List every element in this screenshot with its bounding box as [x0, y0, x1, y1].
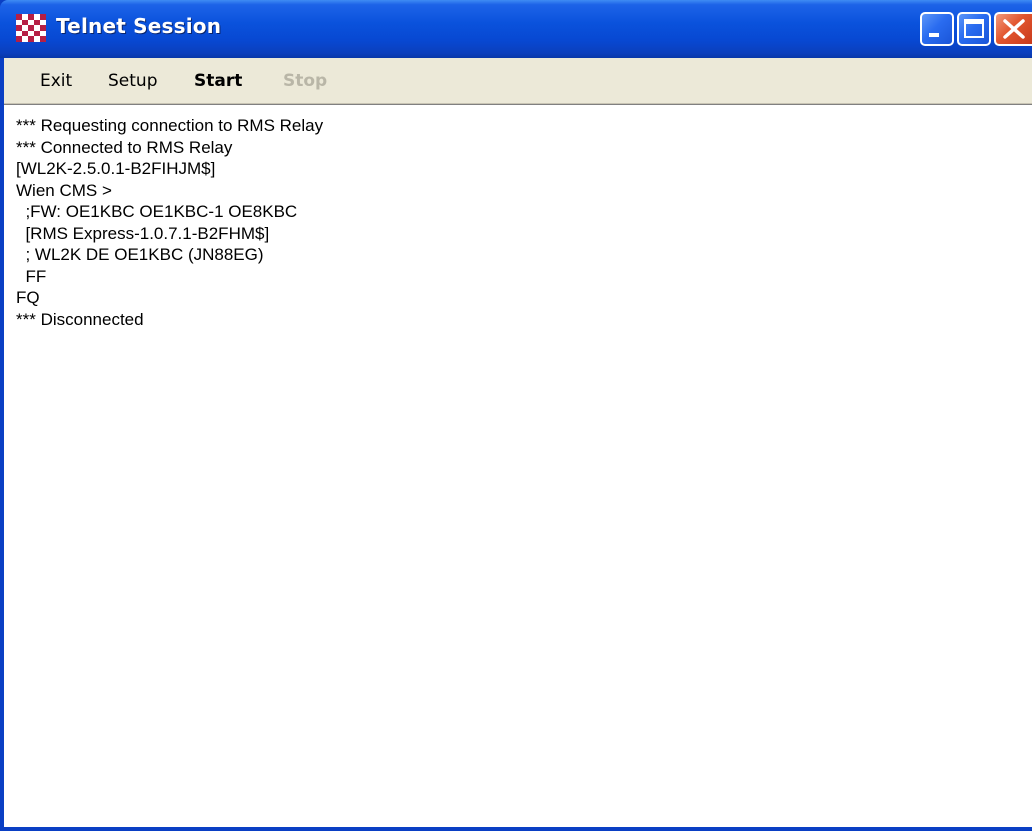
log-line: ; WL2K DE OE1KBC (JN88EG): [16, 245, 264, 264]
log-line: *** Disconnected: [16, 309, 144, 329]
close-button[interactable]: [994, 12, 1032, 46]
menu-item-exit[interactable]: Exit: [40, 71, 72, 91]
telnet-session-window: Telnet Session Exit Setup Start Stop ***: [0, 0, 1032, 831]
log-line: ;FW: OE1KBC OE1KBC-1 OE8KBC: [16, 202, 298, 221]
session-log-area[interactable]: *** Requesting connection to RMS Relay *…: [4, 104, 1032, 827]
session-log: *** Requesting connection to RMS Relay *…: [16, 115, 323, 330]
log-line: *** Requesting connection to RMS Relay: [16, 116, 324, 135]
checkerboard-icon: [16, 14, 46, 42]
window-bottom-border: [0, 827, 1032, 831]
minimize-icon: [929, 33, 939, 37]
log-line: [WL2K-2.5.0.1-B2FIHJM$]: [16, 159, 216, 178]
log-line: FQ: [16, 288, 40, 307]
window-title: Telnet Session: [56, 14, 222, 38]
title-bar[interactable]: Telnet Session: [0, 0, 1032, 58]
menu-item-start[interactable]: Start: [194, 71, 242, 91]
log-line: *** Connected to RMS Relay: [16, 137, 233, 157]
maximize-button[interactable]: [957, 12, 991, 46]
maximize-icon: [964, 19, 984, 38]
log-line: [RMS Express-1.0.7.1-B2FHM$]: [16, 223, 270, 243]
minimize-button[interactable]: [920, 12, 954, 46]
menu-item-stop: Stop: [283, 71, 328, 91]
log-line: FF: [16, 266, 47, 286]
close-icon: [1003, 19, 1025, 39]
log-line: Wien CMS >: [16, 180, 112, 200]
menu-item-setup[interactable]: Setup: [108, 71, 157, 91]
menu-bar: Exit Setup Start Stop: [4, 58, 1032, 104]
